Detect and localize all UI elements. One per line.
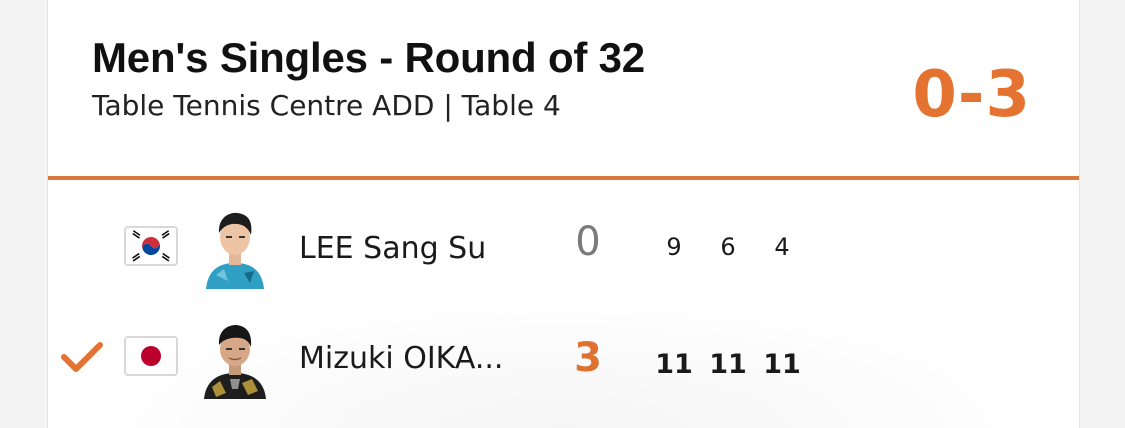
player-row[interactable]: LEE Sang Su 0 9 6 4 [48,203,1079,293]
checkmark-icon [60,337,104,377]
sets-won: 0 [575,219,601,265]
game-score: 9 [666,233,682,261]
match-venue: Table Tennis Centre ADD | Table 4 [92,89,561,122]
player-name[interactable]: LEE Sang Su [299,231,486,266]
player-avatar[interactable] [202,317,268,399]
player-avatar[interactable] [202,207,268,289]
game-score: 6 [720,233,736,261]
match-score: 0-3 [912,58,1031,132]
game-score: 4 [774,233,790,261]
game-score: 11 [655,349,693,380]
sets-won: 3 [574,335,602,381]
game-score: 11 [709,349,747,380]
game-score: 11 [763,349,801,380]
match-card[interactable]: Men's Singles - Round of 32 Table Tennis… [47,0,1080,428]
player-row[interactable]: Mizuki OIKA... 3 11 11 11 [48,313,1079,403]
player-name[interactable]: Mizuki OIKA... [299,341,503,376]
header-divider [48,176,1079,180]
match-title: Men's Singles - Round of 32 [92,34,645,81]
japan-flag-icon [124,336,178,376]
match-header: Men's Singles - Round of 32 Table Tennis… [48,0,1079,176]
south-korea-flag-icon [124,226,178,266]
